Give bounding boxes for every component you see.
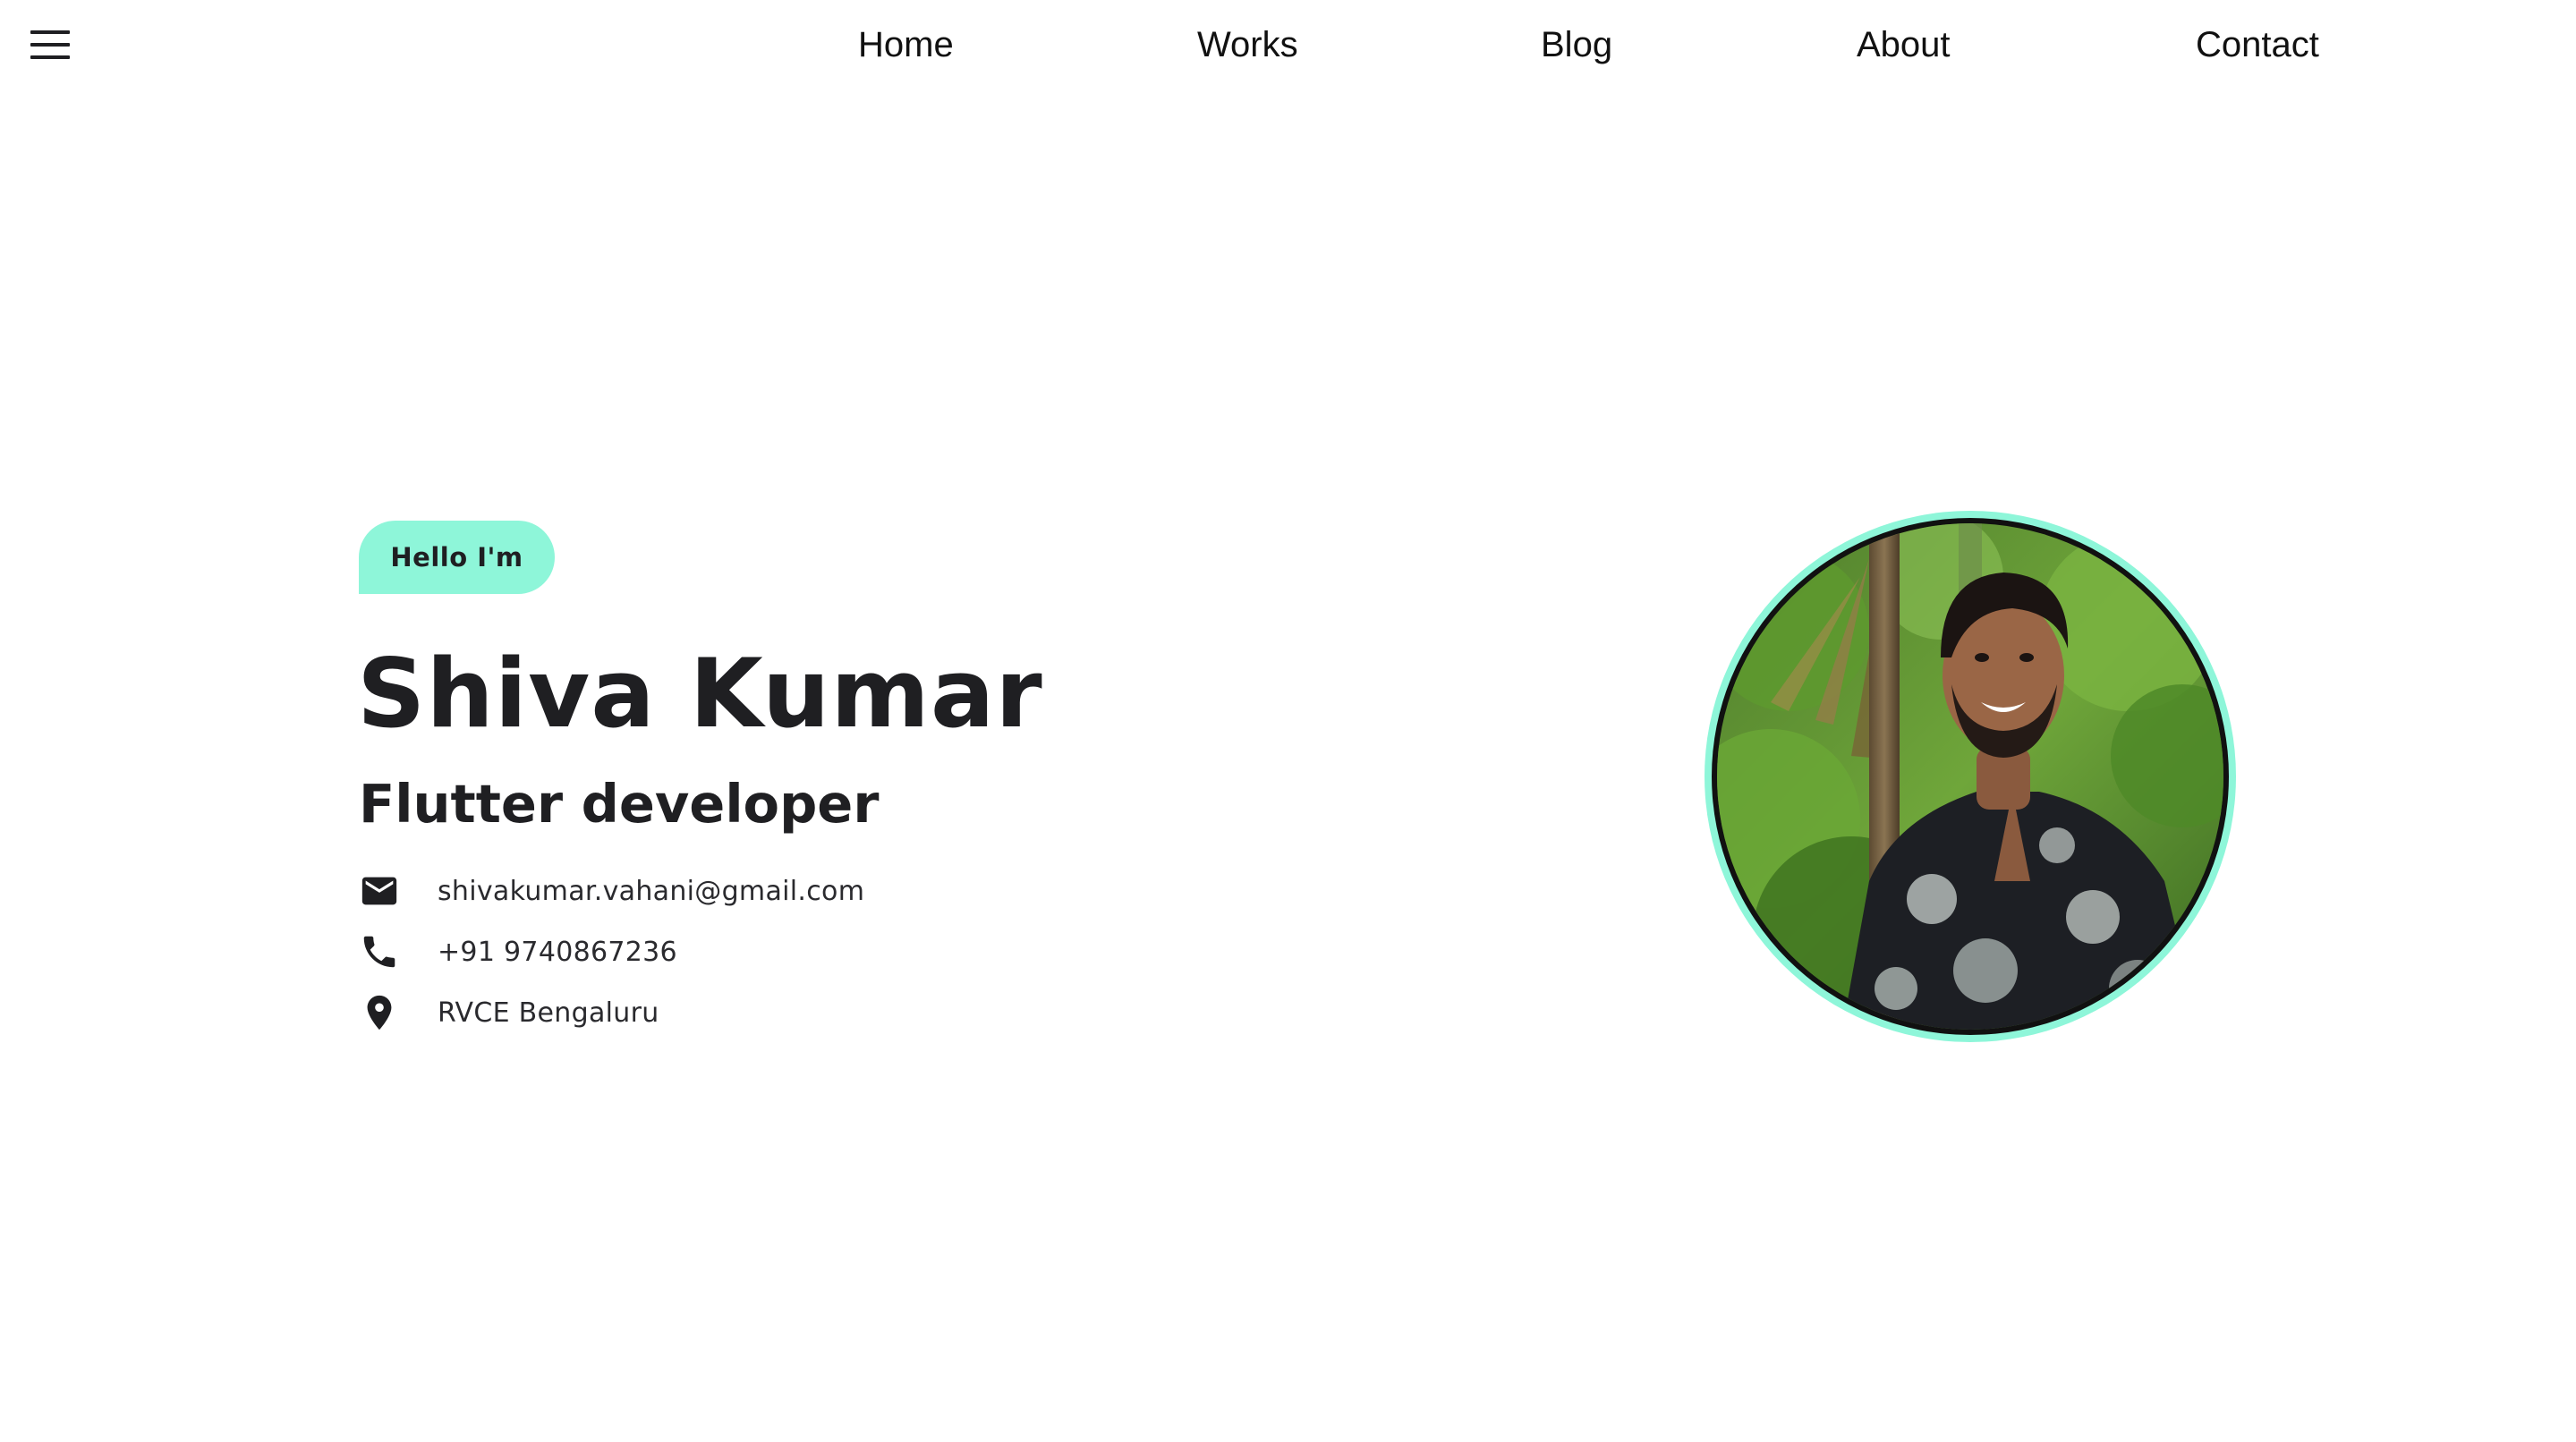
location-text: RVCE Bengaluru [438,997,659,1029]
nav-home[interactable]: Home [858,20,954,70]
nav-contact[interactable]: Contact [2196,20,2319,70]
greeting-badge: Hello I'm [359,521,555,594]
hero-name: Shiva Kumar [357,639,1043,749]
email-text: shivakumar.vahani@gmail.com [438,875,865,907]
location-pin-icon [359,992,400,1033]
phone-icon [359,931,400,972]
menu-icon[interactable] [30,30,70,59]
hero-role: Flutter developer [359,773,880,835]
contact-location[interactable]: RVCE Bengaluru [359,989,659,1036]
profile-photo [1717,523,2223,1030]
avatar-border [1712,518,2229,1035]
menu-bar [30,30,70,34]
mail-icon [359,870,400,912]
phone-text: +91 9740867236 [438,936,677,968]
menu-bar [30,43,70,47]
nav-works[interactable]: Works [1197,20,1298,70]
contact-email[interactable]: shivakumar.vahani@gmail.com [359,868,864,914]
nav-about[interactable]: About [1857,20,1951,70]
menu-bar [30,55,70,59]
nav-blog[interactable]: Blog [1541,20,1612,70]
contact-phone[interactable]: +91 9740867236 [359,929,677,975]
avatar [1705,511,2236,1042]
